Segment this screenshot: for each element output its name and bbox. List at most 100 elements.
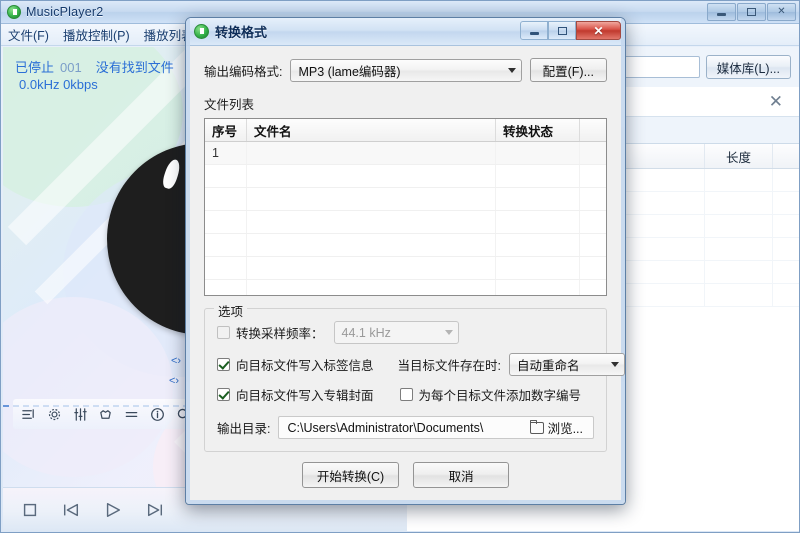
- lyric-arrow-2: <›: [169, 375, 180, 387]
- output-format-value: MP3 (lame编码器): [298, 64, 401, 79]
- info-icon[interactable]: [150, 407, 165, 422]
- dialog-maximize-button[interactable]: [548, 21, 576, 40]
- table-row[interactable]: [205, 234, 606, 257]
- write-tags-checkbox[interactable]: [217, 358, 230, 371]
- output-dir-value: C:\Users\Administrator\Documents\: [287, 420, 484, 435]
- play-icon[interactable]: [103, 501, 123, 519]
- dialog-actions: 开始转换(C) 取消: [190, 462, 621, 488]
- column-header-filename[interactable]: 文件名: [247, 119, 496, 141]
- browse-button[interactable]: 浏览...: [524, 418, 589, 437]
- maximize-icon: [747, 8, 756, 16]
- chevron-down-icon: [507, 67, 516, 73]
- maximize-button[interactable]: [737, 3, 766, 21]
- on-exists-value: 自动重命名: [517, 359, 580, 373]
- close-icon[interactable]: ✕: [763, 91, 789, 112]
- column-header-no[interactable]: 序号: [205, 119, 247, 141]
- convert-format-dialog: 转换格式 ✕ 输出编码格式: MP3 (lame编码器) 配置(F)... 文件…: [185, 17, 626, 505]
- table-row[interactable]: 1: [205, 142, 606, 165]
- dialog-close-button[interactable]: ✕: [576, 21, 621, 40]
- chevron-down-icon: [444, 330, 453, 335]
- write-tags-label: 向目标文件写入标签信息: [236, 359, 374, 373]
- add-number-checkbox[interactable]: [399, 388, 413, 401]
- main-window-controls: ✕: [707, 3, 796, 21]
- lyric-arrow-1: <›: [171, 355, 182, 367]
- playlist-col-length[interactable]: 长度: [705, 144, 773, 168]
- dialog-minimize-button[interactable]: [520, 21, 548, 40]
- equalizer-icon[interactable]: [73, 407, 88, 422]
- dialog-titlebar[interactable]: 转换格式 ✕: [186, 18, 625, 46]
- add-number-label: 为每个目标文件添加数字编号: [418, 389, 582, 403]
- on-exists-label: 当目标文件存在时:: [397, 359, 501, 373]
- feature-icon-bar: [13, 399, 199, 429]
- cell-no: 1: [205, 142, 247, 164]
- write-cover-row: 向目标文件写入专辑封面 为每个目标文件添加数字编号: [217, 385, 594, 404]
- output-dir-field[interactable]: C:\Users\Administrator\Documents\ 浏览...: [278, 416, 594, 439]
- media-library-button[interactable]: 媒体库(L)...: [705, 55, 791, 79]
- previous-icon[interactable]: [61, 501, 81, 519]
- file-list-header: 序号 文件名 转换状态: [205, 119, 606, 142]
- write-cover-label: 向目标文件写入专辑封面: [236, 389, 374, 403]
- menu-item-file[interactable]: 文件(F): [1, 23, 56, 46]
- table-row[interactable]: [205, 211, 606, 234]
- start-convert-button[interactable]: 开始转换(C): [301, 462, 400, 488]
- gear-icon[interactable]: [47, 407, 62, 422]
- table-row[interactable]: [205, 257, 606, 280]
- dialog-body: 输出编码格式: MP3 (lame编码器) 配置(F)... 文件列表 序号 文…: [190, 46, 625, 500]
- sample-rate-checkbox[interactable]: [217, 326, 230, 339]
- cancel-button[interactable]: 取消: [413, 462, 510, 488]
- playlist-col-pad: [773, 144, 799, 168]
- playback-status: 已停止 001 没有找到文件: [15, 57, 174, 76]
- output-dir-label: 输出目录:: [217, 422, 271, 436]
- close-button[interactable]: ✕: [767, 3, 796, 21]
- maximize-icon: [557, 26, 567, 35]
- close-icon: ✕: [593, 23, 604, 38]
- cell-status: [496, 142, 580, 164]
- options-group-title: 选项: [214, 301, 248, 320]
- on-exists-select[interactable]: 自动重命名: [509, 353, 625, 376]
- write-tags-row: 向目标文件写入标签信息 当目标文件存在时: 自动重命名: [217, 353, 625, 376]
- track-number: 001: [60, 60, 82, 75]
- write-cover-checkbox[interactable]: [217, 388, 230, 401]
- column-header-pad: [580, 119, 606, 141]
- audio-quality: 0.0kHz 0kbps: [19, 77, 98, 92]
- output-format-label: 输出编码格式:: [204, 64, 283, 79]
- minimize-icon: [529, 31, 539, 35]
- stop-icon[interactable]: [21, 501, 39, 519]
- file-list-body: 1: [205, 142, 606, 295]
- sample-rate-row: 转换采样频率： 44.1 kHz: [217, 321, 594, 344]
- table-row[interactable]: [205, 188, 606, 211]
- playback-state: 已停止: [15, 60, 55, 75]
- folder-icon: [529, 419, 544, 434]
- next-icon[interactable]: [145, 501, 165, 519]
- lines-icon[interactable]: [124, 407, 139, 422]
- sample-rate-label: 转换采样频率：: [236, 327, 324, 341]
- main-window-title: MusicPlayer2: [26, 5, 104, 19]
- options-group: 选项 转换采样频率： 44.1 kHz 向目标文件写入标签信息 当目标文件存在时…: [204, 301, 625, 452]
- playlist-icon[interactable]: [21, 407, 36, 422]
- menu-item-playback-control[interactable]: 播放控制(P): [56, 23, 137, 46]
- status-message: 没有找到文件: [95, 60, 174, 75]
- configure-button[interactable]: 配置(F)...: [529, 58, 607, 82]
- column-header-status[interactable]: 转换状态: [496, 119, 580, 141]
- output-dir-row: 输出目录: C:\Users\Administrator\Documents\ …: [217, 416, 594, 439]
- dialog-title: 转换格式: [215, 25, 268, 40]
- file-list-table: 序号 文件名 转换状态 1: [204, 118, 607, 296]
- music-note-circle-icon: [194, 24, 209, 39]
- file-list-label: 文件列表: [204, 98, 255, 112]
- cell-filename: [247, 142, 496, 164]
- sample-rate-value: 44.1 kHz: [341, 325, 391, 340]
- output-format-select[interactable]: MP3 (lame编码器): [290, 58, 522, 82]
- music-note-circle-icon: [7, 5, 21, 19]
- table-row[interactable]: [205, 165, 606, 188]
- screen: MusicPlayer2 ✕ 文件(F) 播放控制(P) 播放列表 已停止 00…: [0, 0, 800, 533]
- minimize-button[interactable]: [707, 3, 736, 21]
- minimize-icon: [717, 13, 726, 16]
- sample-rate-select[interactable]: 44.1 kHz: [333, 321, 459, 344]
- table-row[interactable]: [205, 280, 606, 295]
- browse-button-label: 浏览...: [547, 422, 583, 436]
- output-format-row: 输出编码格式: MP3 (lame编码器) 配置(F)...: [204, 58, 607, 82]
- skin-icon[interactable]: [98, 407, 113, 422]
- close-icon: ✕: [777, 6, 786, 17]
- chevron-down-icon: [611, 362, 619, 367]
- dialog-window-controls: ✕: [520, 21, 621, 40]
